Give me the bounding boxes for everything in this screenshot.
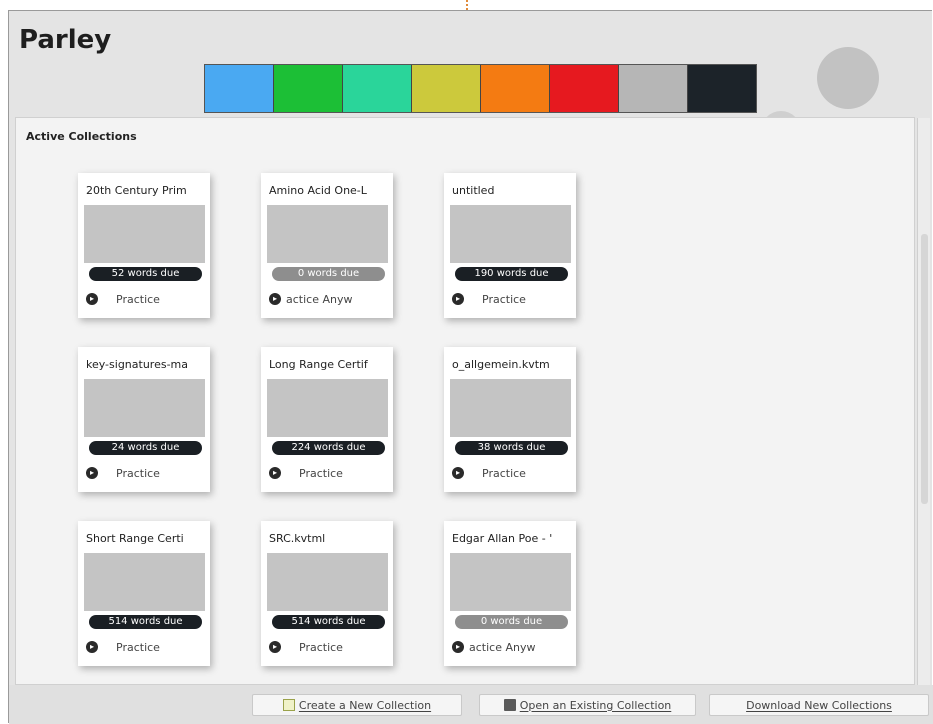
words-due-badge: 24 words due [89, 441, 202, 455]
practice-button[interactable]: ▸ Practice [86, 291, 206, 307]
collection-title: 20th Century Prim [86, 184, 187, 197]
play-icon: ▸ [269, 641, 281, 653]
practice-label: Practice [482, 466, 526, 480]
play-icon: ▸ [86, 293, 98, 305]
collection-title: Edgar Allan Poe - ' [452, 532, 553, 545]
practice-button[interactable]: ▸ actice Anyw [452, 639, 572, 655]
practice-label: Practice [116, 292, 160, 306]
words-due-badge: 514 words due [272, 615, 385, 629]
practice-label: Practice [116, 640, 160, 654]
section-title: Active Collections [26, 130, 137, 143]
color-swatch-gray[interactable] [619, 65, 688, 112]
scrollbar-thumb[interactable] [921, 234, 928, 504]
practice-label: Practice [299, 466, 343, 480]
collection-thumbnail [450, 553, 571, 611]
color-swatch-olive[interactable] [412, 65, 481, 112]
practice-button[interactable]: ▸ Practice [269, 639, 389, 655]
collection-title: Long Range Certif [269, 358, 368, 371]
color-swatch-blue[interactable] [205, 65, 274, 112]
practice-label: actice Anyw [286, 292, 353, 306]
collection-thumbnail [450, 205, 571, 263]
new-document-icon [282, 699, 295, 711]
color-swatch-orange[interactable] [481, 65, 550, 112]
words-due-badge: 52 words due [89, 267, 202, 281]
parley-window: Parley Active Collections 20th Century P… [8, 10, 933, 724]
color-swatch-teal[interactable] [343, 65, 412, 112]
collections-panel: Active Collections 20th Century Prim 52 w… [15, 117, 930, 686]
collection-thumbnail [84, 205, 205, 263]
color-swatch-black[interactable] [688, 65, 756, 112]
play-icon: ▸ [269, 467, 281, 479]
collection-card[interactable]: key-signatures-ma 24 words due ▸ Practice [78, 347, 210, 492]
practice-button[interactable]: ▸ Practice [452, 465, 572, 481]
play-icon: ▸ [269, 293, 281, 305]
practice-label: Practice [116, 466, 160, 480]
play-icon: ▸ [86, 641, 98, 653]
collection-card[interactable]: Amino Acid One-L 0 words due ▸ actice Anyw [261, 173, 393, 318]
color-swatch-green[interactable] [274, 65, 343, 112]
open-collection-button[interactable]: Open an Existing Collection [479, 694, 696, 716]
words-due-badge: 514 words due [89, 615, 202, 629]
collection-thumbnail [450, 379, 571, 437]
create-collection-button[interactable]: Create a New Collection [252, 694, 462, 716]
decorative-circle [817, 47, 879, 109]
collection-thumbnail [267, 205, 388, 263]
color-swatch-red[interactable] [550, 65, 619, 112]
words-due-badge: 38 words due [455, 441, 568, 455]
play-icon: ▸ [86, 467, 98, 479]
vertical-scrollbar[interactable] [917, 118, 930, 686]
folder-icon [503, 699, 516, 711]
color-swatch-bar [204, 64, 757, 113]
words-due-badge: 0 words due [455, 615, 568, 629]
collection-card[interactable]: Short Range Certi 514 words due ▸ Practice [78, 521, 210, 666]
play-icon: ▸ [452, 641, 464, 653]
play-icon: ▸ [452, 467, 464, 479]
collection-title: Amino Acid One-L [269, 184, 367, 197]
practice-button[interactable]: ▸ actice Anyw [269, 291, 389, 307]
collection-thumbnail [267, 553, 388, 611]
practice-button[interactable]: ▸ Practice [269, 465, 389, 481]
words-due-badge: 190 words due [455, 267, 568, 281]
collection-title: o_allgemein.kvtm [452, 358, 550, 371]
collection-title: Short Range Certi [86, 532, 184, 545]
collection-thumbnail [84, 379, 205, 437]
words-due-badge: 0 words due [272, 267, 385, 281]
collection-card[interactable]: SRC.kvtml 514 words due ▸ Practice [261, 521, 393, 666]
collection-thumbnail [84, 553, 205, 611]
download-collections-button[interactable]: Download New Collections [709, 694, 929, 716]
collection-card[interactable]: o_allgemein.kvtm 38 words due ▸ Practice [444, 347, 576, 492]
words-due-badge: 224 words due [272, 441, 385, 455]
practice-label: actice Anyw [469, 640, 536, 654]
collection-card[interactable]: untitled 190 words due ▸ Practice [444, 173, 576, 318]
collection-thumbnail [267, 379, 388, 437]
collection-title: key-signatures-ma [86, 358, 189, 371]
collection-title: untitled [452, 184, 495, 197]
footer-bar: Create a New Collection Open an Existing… [9, 685, 933, 724]
collection-title: SRC.kvtml [269, 532, 326, 545]
practice-button[interactable]: ▸ Practice [452, 291, 572, 307]
collection-card[interactable]: Edgar Allan Poe - ' 0 words due ▸ actice An… [444, 521, 576, 666]
collection-card[interactable]: Long Range Certif 224 words due ▸ Practice [261, 347, 393, 492]
play-icon: ▸ [452, 293, 464, 305]
practice-button[interactable]: ▸ Practice [86, 639, 206, 655]
practice-label: Practice [299, 640, 343, 654]
collection-card[interactable]: 20th Century Prim 52 words due ▸ Practice [78, 173, 210, 318]
practice-label: Practice [482, 292, 526, 306]
practice-button[interactable]: ▸ Practice [86, 465, 206, 481]
app-title: Parley [19, 25, 112, 55]
